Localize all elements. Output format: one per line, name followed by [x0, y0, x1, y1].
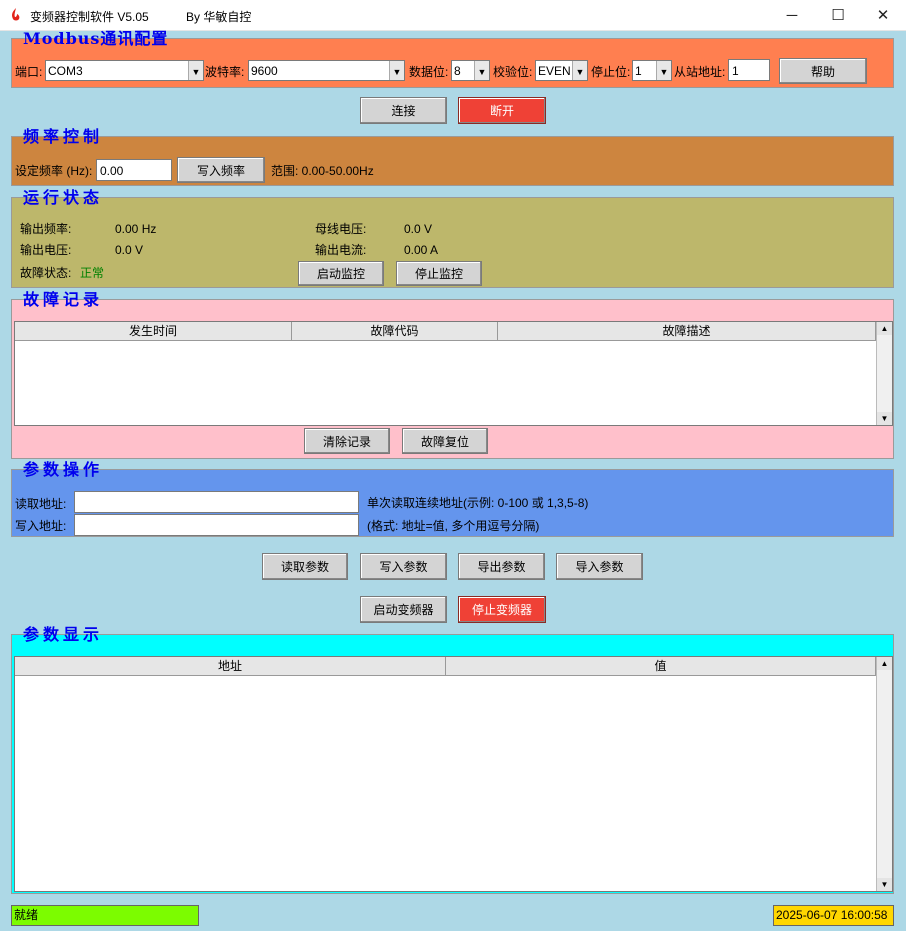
output-frequency-label: 输出频率:: [20, 222, 72, 236]
window-title: 变频器控制软件 V5.05: [30, 10, 149, 24]
param-col-value[interactable]: 值: [446, 657, 876, 676]
param-operations-title: 参数操作: [23, 460, 104, 479]
fault-status-label: 故障状态:: [20, 266, 72, 280]
chevron-down-icon: ▼: [656, 61, 671, 80]
fault-log-title: 故障记录: [23, 290, 104, 309]
port-label: 端口:: [15, 65, 43, 79]
fault-log-scrollbar[interactable]: ▲ ▼: [876, 322, 892, 425]
parity-select[interactable]: EVEN ▼: [535, 60, 588, 81]
scroll-down-icon[interactable]: ▼: [877, 878, 892, 891]
maximize-button[interactable]: ☐: [815, 0, 861, 30]
output-voltage-label: 输出电压:: [20, 243, 72, 257]
write-address-input[interactable]: [74, 514, 359, 536]
read-params-button[interactable]: 读取参数: [262, 553, 348, 580]
scroll-down-icon[interactable]: ▼: [877, 412, 892, 425]
help-button[interactable]: 帮助: [779, 58, 867, 84]
stopbits-value: 1: [635, 64, 642, 78]
scroll-up-icon[interactable]: ▲: [877, 322, 892, 335]
close-button[interactable]: ✕: [860, 0, 906, 30]
frequency-control-title: 频率控制: [23, 127, 104, 146]
databits-select[interactable]: 8 ▼: [451, 60, 490, 81]
disconnect-button[interactable]: 断开: [458, 97, 546, 124]
start-monitor-button[interactable]: 启动监控: [298, 261, 384, 286]
stop-inverter-button[interactable]: 停止变频器: [458, 596, 546, 623]
maximize-icon: ☐: [831, 7, 845, 24]
slave-address-value: 1: [732, 64, 739, 78]
fault-log-group: 故障记录 发生时间 故障代码 故障描述 ▲ ▼ 清除记录 故障复位: [11, 291, 894, 459]
frequency-range-text: 范围: 0.00-50.00Hz: [271, 164, 374, 178]
databits-value: 8: [454, 64, 461, 78]
databits-label: 数据位:: [409, 65, 449, 79]
write-params-button[interactable]: 写入参数: [360, 553, 447, 580]
chevron-down-icon: ▼: [474, 61, 489, 80]
parity-value: EVEN: [538, 64, 571, 78]
frequency-control-group: 频率控制 设定频率 (Hz): 0.00 写入频率 范围: 0.00-50.00…: [11, 128, 894, 186]
port-select[interactable]: COM3 ▼: [45, 60, 204, 81]
read-address-hint: 单次读取连续地址(示例: 0-100 或 1,3,5-8): [367, 496, 589, 510]
fault-col-time[interactable]: 发生时间: [15, 322, 292, 341]
write-address-label: 写入地址:: [15, 519, 67, 533]
minimize-icon: ─: [786, 6, 798, 24]
clear-records-button[interactable]: 清除记录: [304, 428, 390, 454]
read-address-label: 读取地址:: [15, 497, 67, 511]
baud-select[interactable]: 9600 ▼: [248, 60, 405, 81]
stop-monitor-button[interactable]: 停止监控: [396, 261, 482, 286]
start-inverter-button[interactable]: 启动变频器: [360, 596, 447, 623]
read-address-input[interactable]: [74, 491, 359, 513]
output-voltage-value: 0.0 V: [115, 243, 144, 257]
title-bar: 变频器控制软件 V5.05 By 华敏自控 ─ ☐ ✕: [0, 0, 906, 31]
stopbits-select[interactable]: 1 ▼: [632, 60, 672, 81]
modbus-config-title: Modbus通讯配置: [23, 29, 169, 48]
baud-label: 波特率:: [205, 65, 245, 79]
scroll-up-icon[interactable]: ▲: [877, 657, 892, 670]
connect-button[interactable]: 连接: [360, 97, 447, 124]
write-frequency-button[interactable]: 写入频率: [177, 157, 265, 183]
modbus-config-group: Modbus通讯配置 端口: COM3 ▼ 波特率: 9600 ▼ 数据位: 8…: [11, 30, 894, 88]
set-frequency-label: 设定频率 (Hz):: [15, 164, 93, 178]
param-col-address[interactable]: 地址: [15, 657, 446, 676]
app-logo-icon: [12, 8, 20, 21]
chevron-down-icon: ▼: [389, 61, 404, 80]
ready-status: 就绪: [11, 905, 199, 926]
fault-status-value: 正常: [80, 266, 105, 280]
fault-reset-button[interactable]: 故障复位: [402, 428, 488, 454]
output-frequency-value: 0.00 Hz: [115, 222, 157, 236]
param-display-scrollbar[interactable]: ▲ ▼: [876, 657, 892, 891]
stopbits-label: 停止位:: [591, 65, 631, 79]
datetime-display: 2025-06-07 16:00:58: [773, 905, 894, 926]
chevron-down-icon: ▼: [188, 61, 203, 80]
running-status-group: 运行状态 输出频率: 0.00 Hz 母线电压: 0.0 V 输出电压: 0.0…: [11, 189, 894, 288]
fault-col-code[interactable]: 故障代码: [292, 322, 498, 341]
slave-address-input[interactable]: 1: [728, 59, 770, 81]
window-author: By 华敏自控: [186, 10, 252, 24]
set-frequency-input[interactable]: 0.00: [96, 159, 172, 181]
slave-address-label: 从站地址:: [674, 65, 726, 79]
param-display-title: 参数显示: [23, 625, 104, 644]
output-current-label: 输出电流:: [315, 243, 367, 257]
bus-voltage-label: 母线电压:: [315, 222, 367, 236]
param-display-group: 参数显示 地址 值 ▲ ▼: [11, 626, 894, 894]
output-current-value: 0.00 A: [404, 243, 439, 257]
param-operations-group: 参数操作 读取地址: 单次读取连续地址(示例: 0-100 或 1,3,5-8)…: [11, 461, 894, 537]
chevron-down-icon: ▼: [572, 61, 587, 80]
export-params-button[interactable]: 导出参数: [458, 553, 545, 580]
set-frequency-value: 0.00: [100, 164, 124, 178]
fault-col-desc[interactable]: 故障描述: [498, 322, 876, 341]
write-address-hint: (格式: 地址=值, 多个用逗号分隔): [367, 519, 540, 533]
parity-label: 校验位:: [493, 65, 533, 79]
close-icon: ✕: [876, 7, 890, 24]
minimize-button[interactable]: ─: [769, 0, 815, 30]
running-status-title: 运行状态: [23, 188, 104, 207]
import-params-button[interactable]: 导入参数: [556, 553, 643, 580]
bus-voltage-value: 0.0 V: [404, 222, 433, 236]
param-display-table[interactable]: 地址 值 ▲ ▼: [14, 656, 893, 892]
fault-log-table[interactable]: 发生时间 故障代码 故障描述 ▲ ▼: [14, 321, 893, 426]
baud-value: 9600: [251, 64, 278, 78]
port-value: COM3: [48, 64, 83, 78]
